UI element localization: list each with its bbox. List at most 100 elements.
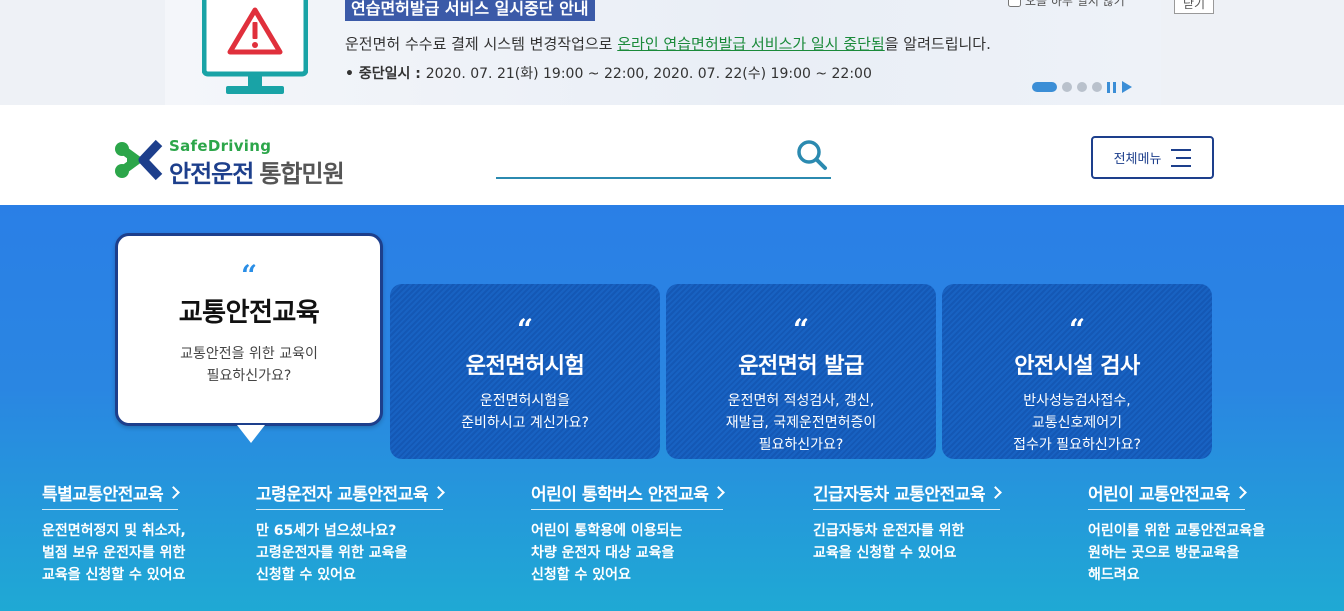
card-desc-line: 필요하신가요? — [758, 437, 844, 453]
edu-desc-line: 벌점 보유 운전자를 위한 — [42, 545, 186, 561]
edu-desc-line: 신청할 수 있어요 — [256, 567, 356, 583]
notice-schedule-value: 2020. 07. 21(화) 19:00 ~ 22:00, 2020. 07.… — [425, 66, 872, 82]
edu-desc: 운전면허정지 및 취소자, 벌점 보유 운전자를 위한 교육을 신청할 수 있어… — [42, 520, 186, 586]
edu-desc-line: 고령운전자를 위한 교육을 — [256, 545, 408, 561]
edu-desc-line: 해드려요 — [1088, 567, 1140, 583]
card-desc-line: 필요하신가요? — [206, 368, 292, 384]
site-logo[interactable]: SafeDriving 안전운전 통합민원 — [113, 135, 399, 188]
edu-desc-line: 신청할 수 있어요 — [531, 567, 631, 583]
card-title: 안전시설 검사 — [1014, 354, 1140, 379]
edu-desc-line: 긴급자동차 운전자를 위한 — [813, 523, 965, 539]
edu-link[interactable]: 어린이 통학버스 안전교육 — [531, 480, 726, 510]
search-button[interactable] — [795, 139, 829, 173]
notice-title[interactable]: 연습면허발급 서비스 일시중단 안내 — [345, 0, 595, 21]
edu-emergency-vehicle: 긴급자동차 교통안전교육 긴급자동차 운전자를 위한 교육을 신청할 수 있어요 — [813, 480, 1002, 564]
edu-link[interactable]: 고령운전자 교통안전교육 — [256, 480, 445, 510]
card-title: 운전면허 발급 — [738, 354, 864, 379]
edu-school-bus: 어린이 통학버스 안전교육 어린이 통학용에 이용되는 차량 운전자 대상 교육… — [531, 480, 726, 586]
quote-icon: “ — [516, 313, 534, 346]
edu-link[interactable]: 특별교통안전교육 — [42, 480, 180, 510]
site-header: SafeDriving 안전운전 통합민원 전체메뉴 — [0, 105, 1344, 205]
edu-desc: 어린이를 위한 교통안전교육을 원하는 곳으로 방문교육을 해드려요 — [1088, 520, 1265, 586]
edu-desc-line: 교육을 신청할 수 있어요 — [813, 545, 957, 561]
slide-dot-1[interactable] — [1032, 82, 1057, 92]
edu-desc-line: 원하는 곳으로 방문교육을 — [1088, 545, 1240, 561]
card-license-issue[interactable]: “ 운전면허 발급 운전면허 적성검사, 갱신, 재발급, 국제운전면허증이 필… — [666, 284, 936, 459]
card-desc-line: 교통안전을 위한 교육이 — [180, 346, 318, 362]
chevron-right-icon — [167, 486, 180, 499]
no-show-checkbox[interactable] — [1008, 0, 1021, 7]
notice-message: 운전면허 수수료 결제 시스템 변경작업으로 온라인 연습면허발급 서비스가 일… — [345, 33, 991, 54]
notice-close-button[interactable]: 닫기 — [1174, 0, 1214, 14]
edu-children: 어린이 교통안전교육 어린이를 위한 교통안전교육을 원하는 곳으로 방문교육을… — [1088, 480, 1265, 586]
edu-link-label: 어린이 교통안전교육 — [1088, 485, 1230, 505]
card-title: 교통안전교육 — [178, 298, 320, 328]
card-desc-line: 운전면허 적성검사, 갱신, — [727, 393, 875, 409]
edu-desc-line: 만 65세가 넘으셨나요? — [256, 523, 397, 539]
slide-dot-4[interactable] — [1092, 82, 1102, 92]
edu-desc-line: 차량 운전자 대상 교육을 — [531, 545, 675, 561]
card-desc-line: 준비하시고 계신가요? — [461, 415, 589, 431]
edu-link-label: 특별교통안전교육 — [42, 485, 164, 505]
slide-pagination — [1032, 81, 1132, 93]
quote-icon: “ — [1068, 313, 1086, 346]
chevron-right-icon — [432, 486, 445, 499]
logo-title-light: 통합민원 — [259, 160, 344, 188]
edu-desc: 긴급자동차 운전자를 위한 교육을 신청할 수 있어요 — [813, 520, 1000, 564]
hamburger-icon — [1171, 148, 1192, 167]
notice-message-prefix: 운전면허 수수료 결제 시스템 변경작업으로 — [345, 35, 618, 53]
notice-schedule: • 중단일시 : 2020. 07. 21(화) 19:00 ~ 22:00, … — [345, 63, 872, 83]
search-icon — [797, 140, 827, 170]
edu-special: 특별교통안전교육 운전면허정지 및 취소자, 벌점 보유 운전자를 위한 교육을… — [42, 480, 186, 586]
card-license-exam[interactable]: “ 운전면허시험 운전면허시험을 준비하시고 계신가요? — [390, 284, 660, 459]
edu-link[interactable]: 긴급자동차 교통안전교육 — [813, 480, 1002, 510]
pause-icon[interactable] — [1107, 81, 1117, 93]
logo-mark-icon — [115, 139, 163, 181]
card-desc-line: 교통신호제어기 — [1031, 415, 1123, 431]
no-show-label: 오늘 하루 열지 않기 — [1025, 0, 1125, 8]
search-bar — [496, 135, 831, 179]
edu-link-label: 긴급자동차 교통안전교육 — [813, 485, 985, 505]
notice-banner: 연습면허발급 서비스 일시중단 안내 운전면허 수수료 결제 시스템 변경작업으… — [0, 0, 1344, 105]
no-show-today[interactable]: 오늘 하루 열지 않기 — [1008, 0, 1125, 9]
chevron-right-icon — [712, 486, 726, 499]
chevron-right-icon — [989, 486, 1002, 499]
card-desc-line: 반사성능검사접수, — [1023, 393, 1131, 409]
edu-desc-line: 어린이를 위한 교통안전교육을 — [1088, 523, 1266, 539]
notice-message-suffix: 을 알려드립니다. — [884, 35, 991, 53]
slide-dot-3[interactable] — [1077, 82, 1087, 92]
edu-desc-line: 어린이 통학용에 이용되는 — [531, 523, 683, 539]
warning-monitor-icon — [202, 0, 308, 94]
edu-link-label: 고령운전자 교통안전교육 — [256, 485, 428, 505]
quote-icon: “ — [792, 313, 810, 346]
card-desc: 운전면허 적성검사, 갱신, 재발급, 국제운전면허증이 필요하신가요? — [666, 390, 936, 456]
card-desc-line: 접수가 필요하신가요? — [1013, 437, 1141, 453]
card-desc: 운전면허시험을 준비하시고 계신가요? — [390, 390, 660, 434]
card-traffic-safety-education[interactable]: “ 교통안전교육 교통안전을 위한 교육이 필요하신가요? — [115, 233, 383, 443]
edu-desc: 만 65세가 넘으셨나요? 고령운전자를 위한 교육을 신청할 수 있어요 — [256, 520, 443, 586]
all-menu-label: 전체메뉴 — [1113, 152, 1162, 167]
hero-section: “ 교통안전교육 교통안전을 위한 교육이 필요하신가요? “ 운전면허시험 운… — [0, 205, 1344, 611]
edu-desc-line: 운전면허정지 및 취소자, — [42, 523, 186, 539]
search-input[interactable] — [496, 135, 786, 177]
logo-title: 안전운전 통합민원 — [169, 154, 345, 189]
quote-icon: “ — [240, 259, 258, 292]
notice-schedule-label: • 중단일시 : — [345, 66, 426, 82]
slide-dot-2[interactable] — [1062, 82, 1072, 92]
card-safety-facility-inspection[interactable]: “ 안전시설 검사 반사성능검사접수, 교통신호제어기 접수가 필요하신가요? — [942, 284, 1212, 459]
card-desc-line: 운전면허시험을 — [479, 393, 571, 409]
play-icon[interactable] — [1122, 81, 1132, 93]
card-desc-line: 재발급, 국제운전면허증이 — [725, 415, 877, 431]
logo-subtitle: SafeDriving — [169, 137, 272, 155]
edu-link[interactable]: 어린이 교통안전교육 — [1088, 480, 1247, 510]
edu-desc: 어린이 통학용에 이용되는 차량 운전자 대상 교육을 신청할 수 있어요 — [531, 520, 723, 586]
notice-message-highlight: 온라인 연습면허발급 서비스가 일시 중단됨 — [617, 35, 885, 53]
chevron-right-icon — [1233, 486, 1247, 499]
card-desc: 교통안전을 위한 교육이 필요하신가요? — [118, 343, 380, 387]
card-title: 운전면허시험 — [465, 354, 585, 379]
edu-link-label: 어린이 통학버스 안전교육 — [531, 485, 709, 505]
all-menu-button[interactable]: 전체메뉴 — [1091, 136, 1214, 179]
logo-title-main: 안전운전 — [169, 160, 254, 188]
edu-desc-line: 교육을 신청할 수 있어요 — [42, 567, 186, 583]
edu-elderly: 고령운전자 교통안전교육 만 65세가 넘으셨나요? 고령운전자를 위한 교육을… — [256, 480, 445, 586]
